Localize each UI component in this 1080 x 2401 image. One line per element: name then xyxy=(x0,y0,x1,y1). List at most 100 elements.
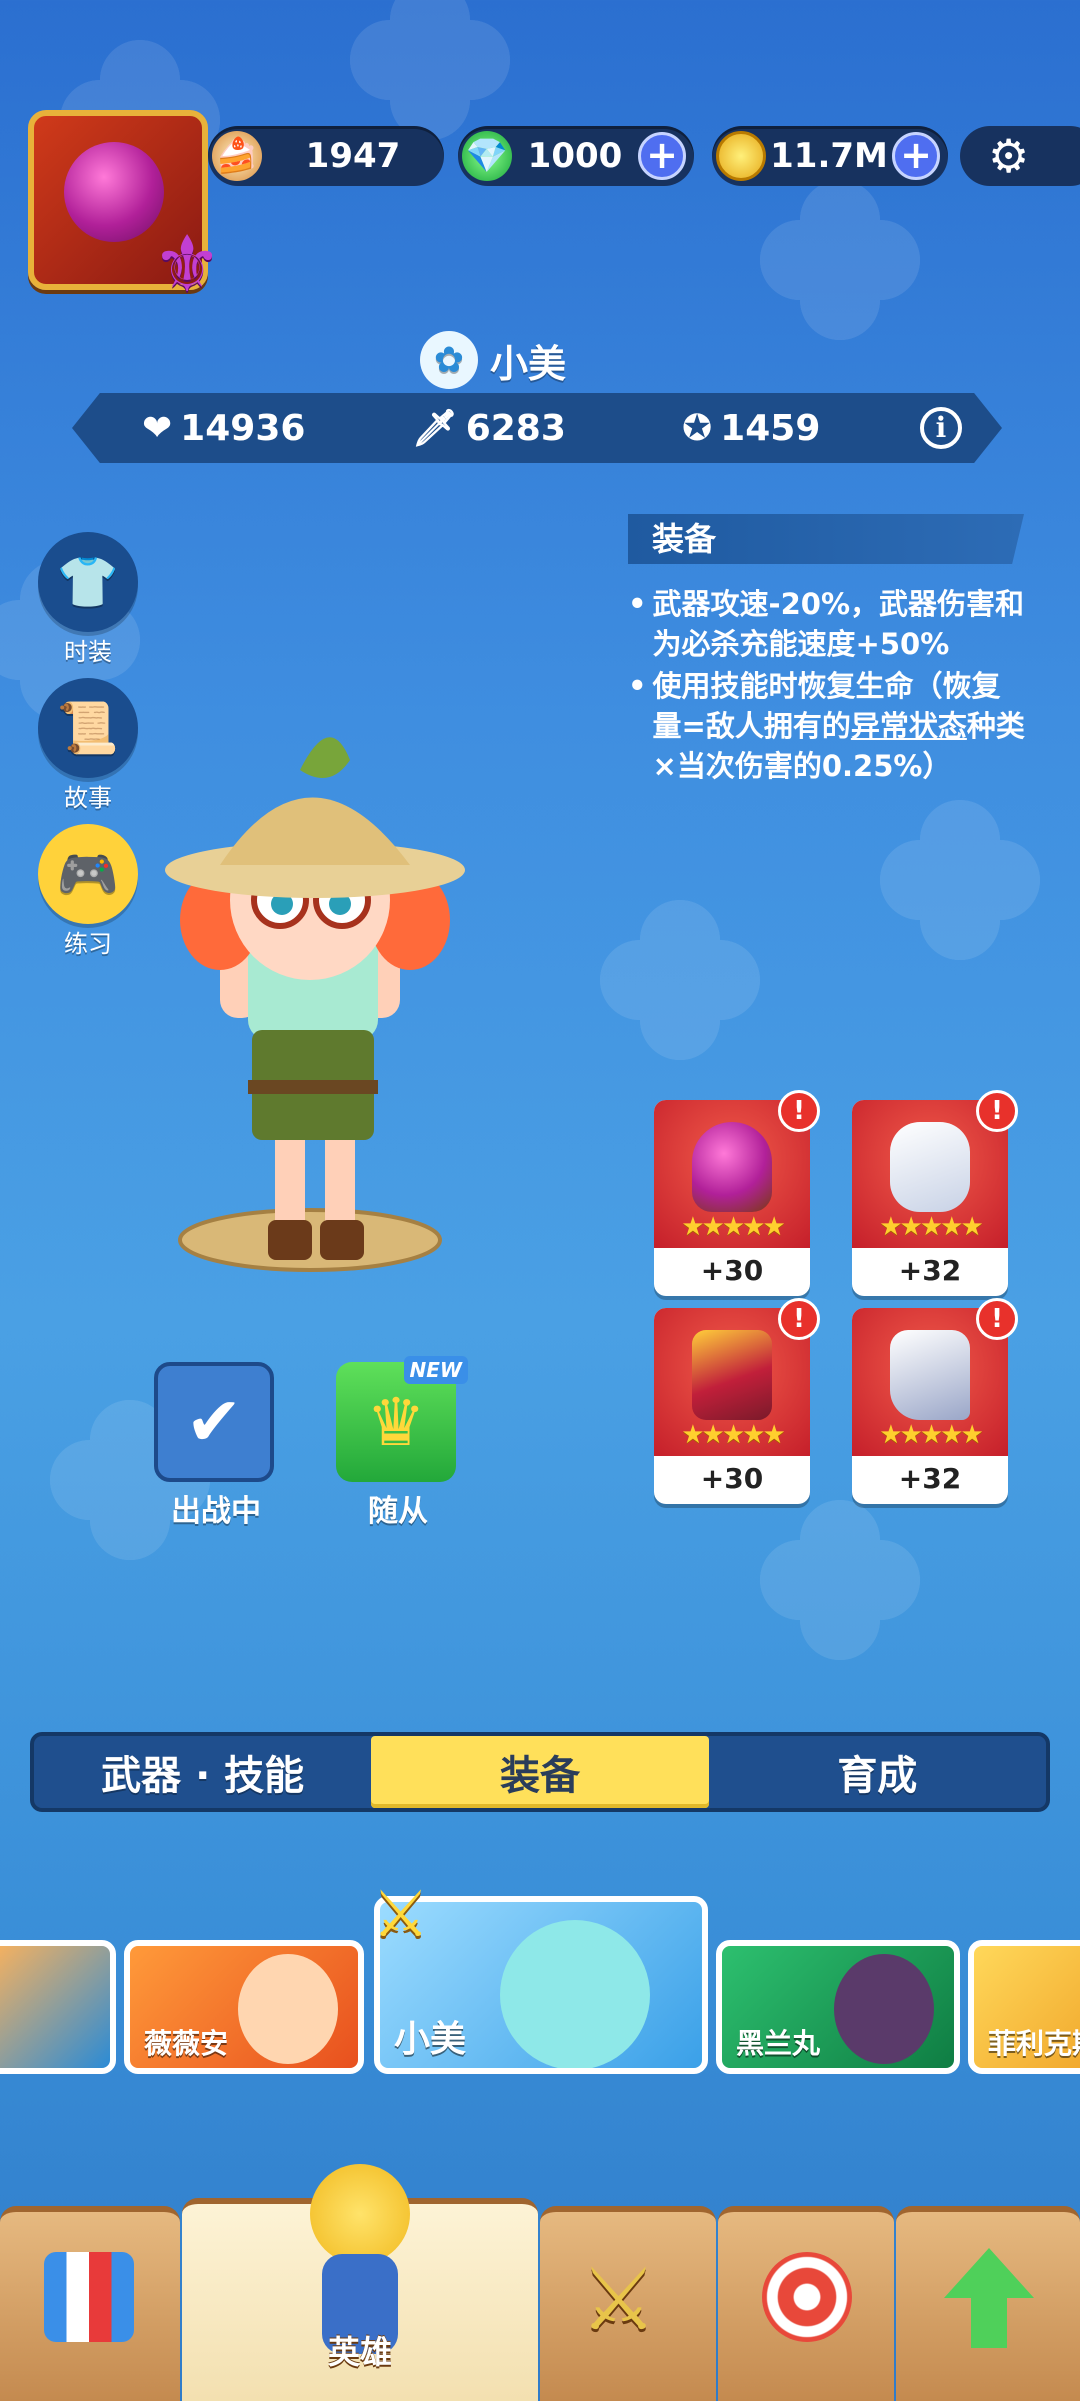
story-label: 故事 xyxy=(64,784,112,812)
gem-icon: 💎 xyxy=(462,131,512,181)
equipment-header: 装备 xyxy=(628,514,1024,564)
hero-card-felix[interactable]: 菲利克斯 xyxy=(968,1940,1080,2074)
hero-card-name: 菲利克斯 xyxy=(988,2027,1080,2060)
equipment-level: +32 xyxy=(898,1254,962,1287)
practice-button[interactable]: 🎮 练习 xyxy=(38,824,138,959)
add-gem-button[interactable]: + xyxy=(638,132,686,180)
element-flower-icon: ✿ xyxy=(420,331,478,389)
crossed-swords-icon: ⚔ xyxy=(372,1878,430,1952)
hero-name: 小美 xyxy=(490,341,567,386)
star-rating: ★★★★★ xyxy=(879,1420,984,1450)
equipment-level: +32 xyxy=(898,1462,962,1495)
deployed-button[interactable]: ✔ 出战中 xyxy=(154,1362,278,1530)
hero-title: ✿ 小美 xyxy=(420,330,566,390)
info-button[interactable]: i xyxy=(920,407,962,449)
star-rating: ★★★★★ xyxy=(879,1212,984,1242)
boots-icon xyxy=(890,1330,970,1420)
underlined-term[interactable]: 异常状态 xyxy=(851,709,967,743)
fleur-de-lis-icon: ⚜ xyxy=(152,220,222,310)
nav-hero[interactable]: 英雄 xyxy=(182,2164,538,2401)
hero-character-model[interactable] xyxy=(130,700,530,1310)
shirt-icon: 👕 xyxy=(38,532,138,632)
equipment-card-helmet[interactable]: ★★★★★ +30 ! xyxy=(654,1090,820,1296)
hero-card-kuroranmaru[interactable]: 黑兰丸 xyxy=(716,1940,960,2074)
alert-icon: ! xyxy=(778,1090,820,1132)
sword-icon: 🗡 xyxy=(412,408,458,449)
shop-icon xyxy=(44,2252,134,2342)
hero-card-vivian[interactable]: 薇薇安 xyxy=(124,1940,364,2074)
practice-label: 练习 xyxy=(64,930,112,958)
fashion-label: 时装 xyxy=(64,638,112,666)
upgrade-arrow-icon xyxy=(944,2248,1034,2348)
new-badge: NEW xyxy=(403,1356,468,1384)
hero-card-name: 黑兰丸 xyxy=(736,2027,821,2060)
story-button[interactable]: 📜 故事 xyxy=(38,678,138,813)
helmet-icon xyxy=(692,1122,772,1212)
stat-attack: 🗡 6283 xyxy=(412,393,566,463)
nav-shop[interactable] xyxy=(0,2206,180,2401)
resource-value: 11.7M xyxy=(770,136,888,176)
nav-target[interactable] xyxy=(718,2206,894,2401)
cake-icon: 🍰 xyxy=(212,131,262,181)
power-value: 1459 xyxy=(720,407,821,449)
equipment-card-armor[interactable]: ★★★★★ +30 ! xyxy=(654,1298,820,1504)
equipment-card-boots[interactable]: ★★★★★ +32 ! xyxy=(852,1298,1018,1504)
helmet-icon xyxy=(64,142,164,242)
add-coin-button[interactable]: + xyxy=(892,132,940,180)
health-value: 14936 xyxy=(180,407,306,449)
hero-tabs: 武器 · 技能 装备 育成 xyxy=(30,1732,1050,1812)
resource-coin[interactable]: 11.7M + xyxy=(712,126,948,186)
alert-icon: ! xyxy=(976,1298,1018,1340)
nav-hero-label: 英雄 xyxy=(327,2333,392,2371)
armor-icon xyxy=(692,1330,772,1420)
deployed-label: 出战中 xyxy=(171,1494,261,1529)
star-rating: ★★★★★ xyxy=(681,1420,786,1450)
resource-cake[interactable]: 🍰 1947 xyxy=(208,126,444,186)
fashion-button[interactable]: 👕 时装 xyxy=(38,532,138,667)
player-avatar[interactable]: ⚜ xyxy=(28,110,222,310)
heart-icon: ❤ xyxy=(142,407,173,449)
hero-card-name: 小美 xyxy=(394,2019,467,2060)
tab-weapon-skill[interactable]: 武器 · 技能 xyxy=(34,1736,371,1808)
battle-shield-icon: ⚔ xyxy=(580,2250,658,2350)
background-flower xyxy=(760,1500,920,1660)
bullet-text: 使用技能时恢复生命（恢复量=敌人拥有的异常状态种类×当次伤害的0.25%） xyxy=(652,669,1025,783)
coin-icon xyxy=(716,131,766,181)
equipment-level: +30 xyxy=(700,1254,764,1287)
settings-button[interactable]: ⚙ xyxy=(960,126,1080,186)
bullet-text: 武器攻速-20%，武器伤害和为必杀充能速度+50% xyxy=(652,587,1024,661)
equipment-level: +30 xyxy=(700,1462,764,1495)
resource-gem[interactable]: 💎 1000 + xyxy=(458,126,694,186)
target-icon xyxy=(762,2252,852,2342)
scroll-icon: 📜 xyxy=(38,678,138,778)
hero-portrait xyxy=(834,1954,934,2064)
nav-upgrade[interactable] xyxy=(896,2206,1080,2401)
hero-portrait xyxy=(238,1954,338,2064)
resource-value: 1000 xyxy=(527,136,623,176)
stat-health: ❤ 14936 xyxy=(142,393,305,463)
background-flower xyxy=(880,800,1040,960)
attack-value: 6283 xyxy=(465,407,566,449)
badge-icon: ✪ xyxy=(682,407,713,449)
hero-portrait xyxy=(500,1920,650,2068)
hero-icon xyxy=(310,2164,410,2264)
background-flower xyxy=(350,0,510,140)
follower-label: 随从 xyxy=(368,1494,428,1529)
tab-growth[interactable]: 育成 xyxy=(709,1736,1046,1808)
hero-stats-bar: ❤ 14936 🗡 6283 ✪ 1459 i xyxy=(72,393,1002,463)
background-flower xyxy=(760,180,920,340)
follower-button[interactable]: ♛ NEW 随从 xyxy=(336,1356,468,1530)
alert-icon: ! xyxy=(976,1090,1018,1132)
nav-battle[interactable]: ⚔ xyxy=(540,2206,716,2401)
equipment-bullet: • 武器攻速-20%，武器伤害和为必杀充能速度+50% xyxy=(628,584,1028,664)
resource-value: 1947 xyxy=(305,136,401,176)
gloves-icon xyxy=(890,1122,970,1212)
hero-card[interactable] xyxy=(0,1940,116,2074)
tab-equipment[interactable]: 装备 xyxy=(371,1736,709,1808)
checkmark-icon: ✔ xyxy=(154,1362,274,1482)
background-flower xyxy=(600,900,760,1060)
crown-icon: ♛ NEW xyxy=(336,1356,468,1482)
equipment-description: • 武器攻速-20%，武器伤害和为必杀充能速度+50% • 使用技能时恢复生命（恢复… xyxy=(628,584,1028,788)
stat-power: ✪ 1459 xyxy=(682,393,820,463)
equipment-card-gloves[interactable]: ★★★★★ +32 ! xyxy=(852,1090,1018,1296)
